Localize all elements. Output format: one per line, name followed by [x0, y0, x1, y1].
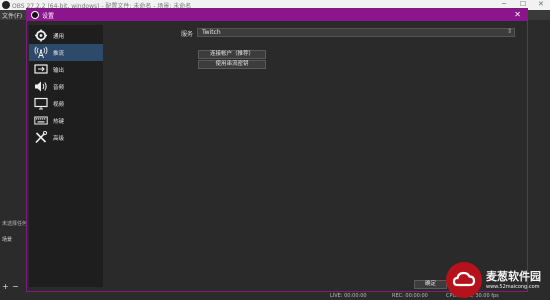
watermark-url: www.52maicong.com — [486, 284, 540, 290]
chevron-updown-icon: ⇕ — [506, 28, 512, 35]
stream-settings-panel: 服务 Twitch ⇕ 连接帐户（推荐） 使用串流密钥 — [107, 25, 525, 287]
rec-timer: REC: 00:00:00 — [392, 293, 428, 299]
sidebar-item-general[interactable]: 通用 — [29, 27, 103, 44]
sidebar-item-hotkeys[interactable]: 热键 — [29, 112, 103, 129]
ok-button[interactable]: 确定 — [414, 280, 447, 289]
sidebar-item-output[interactable]: 输出 — [29, 61, 103, 78]
gear-icon — [35, 29, 47, 42]
sidebar-item-label: 视频 — [53, 102, 65, 108]
add-scene-button[interactable]: + — [2, 282, 9, 291]
sidebar-item-label: 通用 — [53, 34, 65, 40]
use-stream-key-button[interactable]: 使用串流密钥 — [198, 60, 266, 69]
service-label: 服务 — [181, 31, 194, 38]
maximize-icon[interactable]: ☐ — [520, 0, 526, 8]
close-window-icon[interactable]: ✕ — [538, 0, 544, 8]
sidebar-item-audio[interactable]: 音频 — [29, 78, 103, 95]
menu-file[interactable]: 文件(F) — [2, 11, 22, 20]
settings-sidebar: 通用 推流 输出 音频 视频 热键 高级 — [29, 25, 103, 287]
keyboard-icon — [34, 116, 48, 125]
remove-scene-button[interactable]: − — [12, 282, 19, 291]
output-icon — [34, 64, 48, 74]
sidebar-item-label: 热键 — [53, 119, 65, 125]
live-timer: LIVE: 00:00:00 — [330, 293, 367, 299]
settings-dialog: 设置 ✕ 通用 推流 输出 音频 视频 热键 高级 服务 Twitch ⇕ 连接… — [26, 8, 528, 292]
connect-account-button[interactable]: 连接帐户（推荐） — [198, 50, 266, 59]
obs-app-icon — [2, 1, 10, 9]
watermark-logo-icon — [446, 262, 482, 298]
sidebar-item-label: 推流 — [53, 51, 65, 57]
watermark-text: 麦葱软件园 — [486, 270, 541, 283]
sidebar-item-advanced[interactable]: 高级 — [29, 129, 103, 146]
watermark: 麦葱软件园 www.52maicong.com — [446, 262, 550, 300]
monitor-icon — [34, 97, 48, 110]
obs-dialog-icon — [31, 11, 39, 19]
sidebar-item-video[interactable]: 视频 — [29, 95, 103, 112]
broadcast-tower-icon — [34, 46, 48, 59]
scenes-label: 场景 — [2, 237, 13, 243]
settings-titlebar: 设置 ✕ — [27, 9, 527, 21]
sidebar-item-label: 输出 — [53, 68, 65, 74]
tools-icon — [35, 131, 48, 144]
settings-title: 设置 — [42, 13, 55, 20]
sidebar-item-label: 音频 — [53, 85, 65, 91]
minimize-icon[interactable]: ─ — [502, 0, 506, 8]
speaker-icon — [35, 81, 47, 92]
service-value: Twitch — [202, 29, 221, 36]
sidebar-item-stream[interactable]: 推流 — [29, 44, 103, 61]
service-select[interactable]: Twitch ⇕ — [197, 28, 515, 37]
sidebar-item-label: 高级 — [53, 136, 65, 142]
close-icon[interactable]: ✕ — [514, 10, 521, 19]
